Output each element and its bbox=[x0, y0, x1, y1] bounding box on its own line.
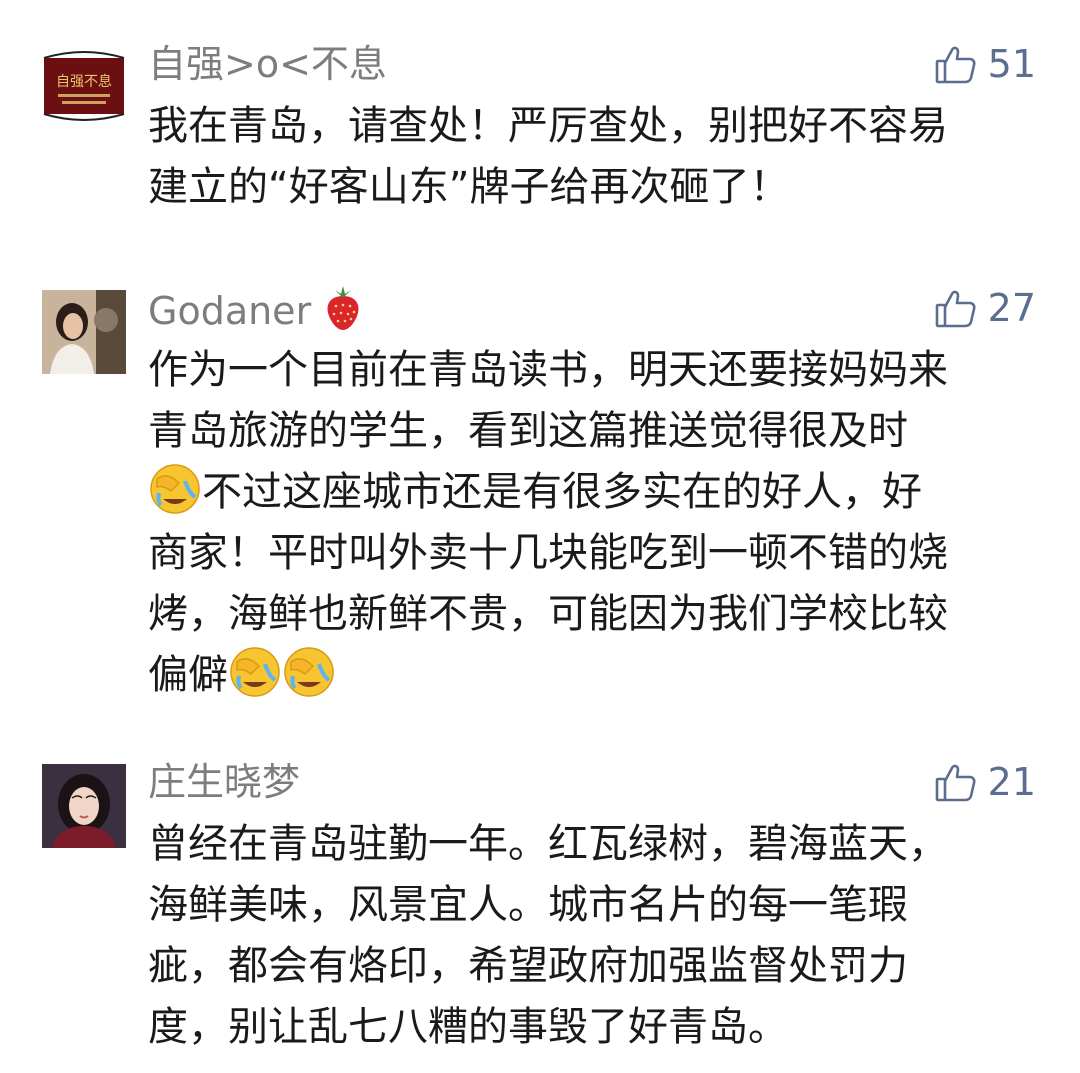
comment-line: 作为一个目前在青岛读书，明天还要接妈妈来 bbox=[148, 347, 948, 393]
comment-line: 烤，海鲜也新鲜不贵，可能因为我们学校比较 bbox=[148, 591, 948, 637]
facepalm-crying-emoji-icon bbox=[283, 646, 335, 698]
username-text: Godaner bbox=[148, 289, 312, 333]
username[interactable]: 庄生晓梦 bbox=[148, 760, 300, 804]
comment-text: 我在青岛，请查处！严厉查处，别把好不容易 建立的“好客山东”牌子给再次砸了！ bbox=[148, 96, 1048, 218]
avatar[interactable]: 自强不息 bbox=[42, 44, 126, 128]
username[interactable]: Godaner bbox=[148, 286, 363, 341]
comment-line: 商家！平时叫外卖十几块能吃到一顿不错的烧 bbox=[148, 530, 948, 576]
like-button[interactable]: 27 bbox=[934, 286, 1036, 330]
comment-line: 度，别让乱七八糟的事毁了好青岛。 bbox=[148, 1004, 788, 1050]
facepalm-crying-emoji-icon bbox=[229, 646, 281, 698]
comment-line: 我在青岛，请查处！严厉查处，别把好不容易 bbox=[148, 103, 948, 149]
like-button[interactable]: 51 bbox=[934, 42, 1036, 86]
comment-line: 疵，都会有烙印，希望政府加强监督处罚力 bbox=[148, 943, 908, 989]
thumbs-up-icon bbox=[934, 286, 978, 330]
comment-line: 不过这座城市还是有很多实在的好人，好 bbox=[202, 469, 922, 515]
comment-line: 海鲜美味，风景宜人。城市名片的每一笔瑕 bbox=[148, 882, 908, 928]
like-count: 27 bbox=[987, 286, 1036, 330]
like-count: 51 bbox=[987, 42, 1036, 86]
thumbs-up-icon bbox=[934, 42, 978, 86]
username[interactable]: 自强>o<不息 bbox=[148, 42, 387, 86]
like-button[interactable]: 21 bbox=[934, 760, 1036, 804]
facepalm-crying-emoji-icon bbox=[149, 463, 201, 515]
comment-text: 曾经在青岛驻勤一年。红瓦绿树，碧海蓝天， 海鲜美味，风景宜人。城市名片的每一笔瑕… bbox=[148, 814, 1048, 1058]
comment-text: 作为一个目前在青岛读书，明天还要接妈妈来 青岛旅游的学生，看到这篇推送觉得很及时… bbox=[148, 340, 1048, 706]
thumbs-up-icon bbox=[934, 760, 978, 804]
comment-line: 偏僻 bbox=[148, 652, 228, 698]
avatar[interactable] bbox=[42, 764, 126, 848]
strawberry-icon bbox=[323, 286, 363, 341]
svg-text:自强不息: 自强不息 bbox=[56, 73, 112, 90]
comment-line: 曾经在青岛驻勤一年。红瓦绿树，碧海蓝天， bbox=[148, 821, 948, 867]
like-count: 21 bbox=[987, 760, 1036, 804]
comment-line: 青岛旅游的学生，看到这篇推送觉得很及时 bbox=[148, 408, 908, 454]
comment-line: 建立的“好客山东”牌子给再次砸了！ bbox=[148, 164, 790, 210]
avatar[interactable] bbox=[42, 290, 126, 374]
